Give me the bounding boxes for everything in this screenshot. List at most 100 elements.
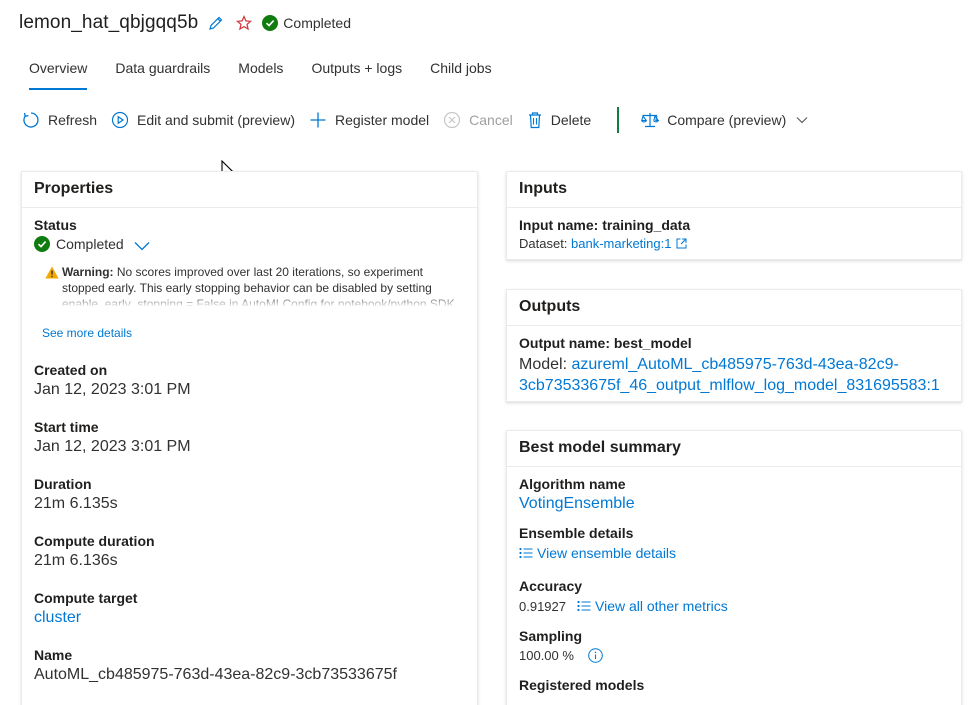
view-ensemble-details-text: View ensemble details: [537, 545, 677, 561]
start-time-section: Start time Jan 12, 2023 3:01 PM: [34, 419, 465, 456]
tab-outputs-logs[interactable]: Outputs + logs: [301, 56, 412, 90]
inputs-title: Inputs: [507, 172, 961, 208]
algorithm-link[interactable]: VotingEnsemble: [519, 495, 949, 513]
output-name: Output name: best_model: [519, 335, 692, 351]
delete-button[interactable]: Delete: [527, 111, 591, 129]
tab-models[interactable]: Models: [228, 56, 293, 90]
status-section: Status Completed Warning: No scores impr…: [34, 217, 465, 362]
star-outline-icon[interactable]: [234, 13, 254, 33]
compare-label: Compare (preview): [667, 112, 787, 128]
accuracy-label: Accuracy: [519, 578, 583, 594]
model-row: Model: azureml_AutoML_cb485975-763d-43ea…: [519, 354, 949, 396]
accuracy-row: 0.91927 View all other metrics: [519, 598, 949, 614]
created-on-value: Jan 12, 2023 3:01 PM: [34, 381, 191, 398]
info-icon[interactable]: [588, 648, 603, 663]
cancel-circle-icon: [444, 111, 461, 129]
start-time-label: Start time: [34, 419, 99, 435]
sampling-section: Sampling 100.00 %: [519, 628, 949, 663]
bulleted-list-icon: [577, 600, 591, 612]
accuracy-section: Accuracy 0.91927 View all other metrics: [519, 578, 949, 614]
edit-submit-label: Edit and submit (preview): [137, 112, 295, 128]
tab-overview[interactable]: Overview: [19, 56, 97, 90]
pencil-icon[interactable]: [206, 13, 226, 33]
register-model-button[interactable]: Register model: [309, 111, 429, 129]
duration-section: Duration 21m 6.135s: [34, 476, 465, 513]
ensemble-section: Ensemble details View ensemble details: [519, 525, 949, 564]
edit-submit-button[interactable]: Edit and submit (preview): [111, 111, 295, 129]
dataset-row: Dataset: bank-marketing:1: [519, 236, 949, 251]
chevron-down-icon: [796, 117, 808, 124]
best-model-summary-card: Best model summary Algorithm name Voting…: [506, 430, 962, 705]
ensemble-label: Ensemble details: [519, 525, 634, 541]
register-model-label: Register model: [334, 112, 430, 128]
status-value: Completed: [56, 236, 124, 252]
duration-value: 21m 6.135s: [34, 495, 118, 512]
sampling-label: Sampling: [519, 628, 583, 644]
cancel-label: Cancel: [469, 112, 513, 128]
best-model-title: Best model summary: [507, 431, 961, 467]
plus-icon: [310, 112, 326, 128]
compute-target-link[interactable]: cluster: [34, 609, 465, 627]
start-time-value: Jan 12, 2023 3:01 PM: [34, 438, 191, 455]
compute-duration-label: Compute duration: [34, 533, 155, 549]
compute-duration-value: 21m 6.136s: [34, 552, 118, 569]
warning-triangle-icon: [45, 266, 59, 279]
view-all-metrics-text: View all other metrics: [595, 598, 728, 614]
refresh-button[interactable]: Refresh: [22, 111, 97, 129]
header-status-text: Completed: [283, 15, 351, 31]
trash-icon: [528, 112, 541, 129]
job-header: lemon_hat_qbjgqq5b Completed: [19, 9, 351, 37]
compare-dropdown[interactable]: Compare (preview): [641, 111, 808, 129]
warning-title: Warning:: [62, 265, 114, 279]
command-bar: Refresh Edit and submit (preview) Regist…: [22, 106, 822, 134]
registered-models-label: Registered models: [519, 677, 645, 693]
outputs-title: Outputs: [507, 290, 961, 326]
refresh-label: Refresh: [48, 112, 98, 128]
see-more-details-link[interactable]: See more details: [42, 326, 132, 340]
status-value-row: Completed: [34, 236, 465, 252]
duration-label: Duration: [34, 476, 92, 492]
compute-duration-section: Compute duration 21m 6.136s: [34, 533, 465, 570]
check-circle-icon: [34, 236, 50, 252]
dataset-link[interactable]: bank-marketing:1: [571, 236, 687, 251]
algorithm-section: Algorithm name VotingEnsemble: [519, 476, 949, 513]
name-label: Name: [34, 647, 73, 663]
warning-message: Warning: No scores improved over last 20…: [42, 264, 465, 306]
compute-target-label: Compute target: [34, 590, 138, 606]
status-label: Status: [34, 217, 77, 233]
dataset-link-text: bank-marketing:1: [571, 236, 672, 251]
check-circle-icon: [262, 15, 279, 31]
view-all-metrics-link[interactable]: View all other metrics: [577, 598, 728, 614]
scale-icon: [641, 113, 660, 128]
job-title: lemon_hat_qbjgqq5b: [19, 12, 199, 33]
header-status-badge: Completed: [262, 15, 351, 31]
tab-data-guardrails[interactable]: Data guardrails: [105, 56, 220, 90]
view-ensemble-details-link[interactable]: View ensemble details: [519, 545, 676, 561]
sampling-value: 100.00 %: [519, 648, 574, 663]
external-link-icon: [676, 238, 687, 249]
outputs-card: Outputs Output name: best_model Model: a…: [506, 289, 962, 402]
model-label: Model:: [519, 356, 572, 373]
play-circle-icon: [111, 111, 129, 129]
name-value: AutoML_cb485975-763d-43ea-82c9-3cb735336…: [34, 666, 397, 683]
dataset-label: Dataset:: [519, 236, 572, 251]
tab-bar: Overview Data guardrails Models Outputs …: [19, 56, 510, 92]
model-link[interactable]: azureml_AutoML_cb485975-763d-43ea-82c9-3…: [519, 356, 940, 394]
created-on-label: Created on: [34, 362, 108, 378]
created-on-section: Created on Jan 12, 2023 3:01 PM: [34, 362, 465, 399]
properties-card: Properties Status Completed Warning: No …: [21, 171, 478, 705]
tab-child-jobs[interactable]: Child jobs: [420, 56, 501, 90]
accuracy-value: 0.91927: [519, 598, 566, 614]
compute-target-section: Compute target cluster: [34, 590, 465, 627]
sampling-row: 100.00 %: [519, 648, 949, 663]
cancel-button: Cancel: [443, 111, 513, 129]
delete-label: Delete: [550, 112, 592, 128]
algorithm-label: Algorithm name: [519, 476, 626, 492]
name-section: Name AutoML_cb485975-763d-43ea-82c9-3cb7…: [34, 647, 465, 684]
refresh-icon: [23, 112, 39, 128]
inputs-card: Inputs Input name: training_data Dataset…: [506, 171, 962, 260]
chevron-down-icon[interactable]: [134, 241, 150, 251]
bulleted-list-icon: [519, 547, 533, 559]
toolbar-divider: [617, 107, 620, 133]
properties-title: Properties: [22, 172, 477, 208]
